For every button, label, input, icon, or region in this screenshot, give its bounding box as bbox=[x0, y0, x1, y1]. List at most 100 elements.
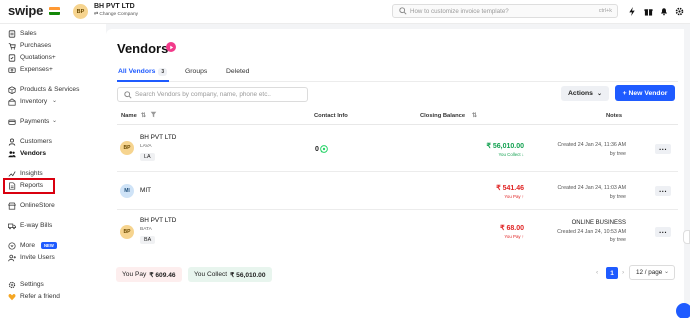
actions-dropdown-button[interactable]: Actions ⌄ bbox=[561, 86, 609, 101]
vendors-icon bbox=[8, 150, 16, 158]
sidebar-item-refer-friend[interactable]: Refer a friend bbox=[0, 291, 106, 302]
vendor-name[interactable]: MIT bbox=[140, 187, 151, 194]
row-more-button[interactable]: ··· bbox=[655, 144, 671, 154]
sidebar-item-label: More bbox=[20, 242, 36, 249]
sidebar-item-payments[interactable]: Payments ⌄ bbox=[0, 116, 106, 127]
sidebar-item-quotations[interactable]: Quotations+ bbox=[0, 52, 106, 63]
active-tab-indicator bbox=[117, 80, 169, 82]
person-icon bbox=[8, 138, 16, 146]
box-icon bbox=[8, 86, 16, 94]
closing-balance: ₹ 68.00 bbox=[500, 225, 524, 232]
more-icon bbox=[8, 242, 16, 250]
sidebar-item-customers[interactable]: Customers bbox=[0, 136, 106, 147]
page-number-current[interactable]: 1 bbox=[606, 267, 618, 279]
vendor-subtitle: LAVA bbox=[140, 144, 152, 149]
sidebar-item-products-services[interactable]: Products & Services bbox=[0, 84, 106, 95]
tab-label: All Vendors bbox=[118, 68, 156, 75]
app-logo[interactable]: swipe bbox=[8, 3, 43, 18]
balance-direction: You Pay ↑ bbox=[504, 194, 524, 199]
vendor-name[interactable]: BH PVT LTD bbox=[140, 134, 176, 141]
company-avatar[interactable]: BP bbox=[73, 4, 88, 19]
filter-icon[interactable] bbox=[150, 111, 157, 120]
contact-info[interactable]: 0 bbox=[315, 145, 328, 153]
balance-direction: You Pay ↑ bbox=[504, 234, 524, 239]
column-header-name[interactable]: Name bbox=[121, 113, 137, 119]
notes-created: Created 24 Jan 24, 11:36 AM bbox=[557, 142, 626, 148]
vendors-panel: Vendors All Vendors 3 Groups Deleted Sear… bbox=[106, 29, 684, 318]
row-more-button[interactable]: ··· bbox=[655, 186, 671, 196]
chat-support-icon[interactable] bbox=[676, 303, 690, 318]
sidebar-item-label: Payments bbox=[20, 118, 50, 125]
prev-page-icon[interactable]: ‹ bbox=[596, 269, 598, 276]
invite-icon bbox=[8, 254, 16, 262]
you-collect-summary: You Collect ₹ 56,010.00 bbox=[188, 267, 272, 282]
sidebar-item-label: Invite Users bbox=[20, 254, 55, 261]
row-more-button[interactable]: ··· bbox=[655, 227, 671, 237]
bolt-icon[interactable] bbox=[627, 6, 637, 16]
gear-icon[interactable] bbox=[674, 6, 684, 16]
insights-icon bbox=[8, 170, 16, 178]
column-header-balance[interactable]: Closing Balance bbox=[420, 113, 465, 119]
sort-icon[interactable]: ⇅ bbox=[472, 112, 477, 119]
balance-direction: You Collect ↓ bbox=[498, 152, 524, 157]
sidebar-item-more[interactable]: More NEW bbox=[0, 240, 106, 251]
purchases-icon bbox=[8, 42, 16, 50]
tab-deleted[interactable]: Deleted bbox=[226, 68, 249, 75]
search-icon bbox=[124, 91, 132, 99]
next-page-icon[interactable]: › bbox=[622, 269, 624, 276]
table-header: Name ⇅ Contact Info Closing Balance ⇅ No… bbox=[117, 107, 678, 125]
gift-icon[interactable] bbox=[643, 6, 653, 16]
truck-icon bbox=[8, 222, 16, 230]
sidebar-item-inventory[interactable]: Inventory ⌄ bbox=[0, 96, 106, 107]
tab-all-vendors[interactable]: All Vendors 3 bbox=[118, 68, 168, 76]
side-scroll-tab[interactable] bbox=[683, 230, 690, 244]
inventory-icon bbox=[8, 98, 16, 106]
table-row[interactable]: BP BH PVT LTD LAVA LA 0 ₹ 56,010.00 You … bbox=[117, 125, 678, 172]
change-company-link[interactable]: ⇄ Change Company bbox=[94, 12, 138, 17]
sidebar: Sales Purchases Quotations+ Expenses+ Pr… bbox=[0, 24, 106, 318]
sidebar-item-onlinestore[interactable]: OnlineStore bbox=[0, 200, 106, 211]
sort-icon[interactable]: ⇅ bbox=[141, 112, 146, 119]
sidebar-item-vendors[interactable]: Vendors bbox=[0, 148, 106, 159]
vendor-name[interactable]: BH PVT LTD bbox=[140, 217, 176, 224]
reports-highlight-box bbox=[3, 178, 55, 194]
whatsapp-icon[interactable] bbox=[320, 145, 328, 153]
global-search-input[interactable]: How to customize invoice template? ctrl+… bbox=[392, 4, 618, 18]
chevron-down-icon: ⌄ bbox=[52, 98, 58, 104]
play-video-icon[interactable] bbox=[166, 42, 176, 52]
global-search-placeholder: How to customize invoice template? bbox=[410, 8, 509, 15]
sidebar-item-eway-bills[interactable]: E-way Bills bbox=[0, 220, 106, 231]
sidebar-item-sales[interactable]: Sales bbox=[0, 28, 106, 39]
closing-balance: ₹ 541.46 bbox=[496, 185, 524, 192]
notes-author: by tree bbox=[609, 194, 626, 200]
search-shortcut: ctrl+k bbox=[598, 8, 612, 14]
sidebar-item-settings[interactable]: Settings bbox=[0, 279, 106, 290]
company-name[interactable]: BH PVT LTD bbox=[94, 3, 135, 10]
vendor-search-input[interactable]: Search Vendors by company, name, phone e… bbox=[117, 87, 308, 102]
you-pay-value: ₹ 609.46 bbox=[149, 271, 176, 279]
search-icon bbox=[399, 7, 407, 15]
new-vendor-button[interactable]: + New Vendor bbox=[615, 85, 675, 101]
sidebar-item-purchases[interactable]: Purchases bbox=[0, 40, 106, 51]
tab-count: 3 bbox=[158, 68, 168, 76]
india-flag-icon bbox=[49, 7, 60, 15]
vendor-tag: BA bbox=[140, 236, 156, 244]
you-pay-summary: You Pay ₹ 609.46 bbox=[116, 267, 182, 282]
sidebar-item-expenses[interactable]: Expenses+ bbox=[0, 64, 106, 75]
notes-title: ONLINE BUSINESS bbox=[571, 220, 626, 226]
chevron-down-icon: ⌄ bbox=[52, 118, 58, 124]
table-row[interactable]: BP BH PVT LTD BATA BA ₹ 68.00 You Pay ↑ … bbox=[117, 210, 678, 253]
tab-groups[interactable]: Groups bbox=[185, 68, 207, 75]
page-size-label: 12 / page bbox=[636, 269, 663, 276]
vendor-subtitle: BATA bbox=[140, 227, 152, 232]
sidebar-item-invite-users[interactable]: Invite Users bbox=[0, 252, 106, 263]
sidebar-item-label: Products & Services bbox=[20, 86, 80, 93]
bell-icon[interactable] bbox=[659, 6, 669, 16]
table-row[interactable]: MI MIT ₹ 541.46 You Pay ↑ Created 24 Jan… bbox=[117, 172, 678, 210]
page-size-select[interactable]: 12 / page ⌄ bbox=[629, 265, 675, 280]
sidebar-item-label: Purchases bbox=[20, 42, 52, 49]
chevron-down-icon: ⌄ bbox=[663, 269, 669, 275]
notes-author: by tree bbox=[609, 151, 626, 157]
contact-value: 0 bbox=[315, 145, 319, 153]
change-company-label: Change Company bbox=[99, 12, 139, 17]
